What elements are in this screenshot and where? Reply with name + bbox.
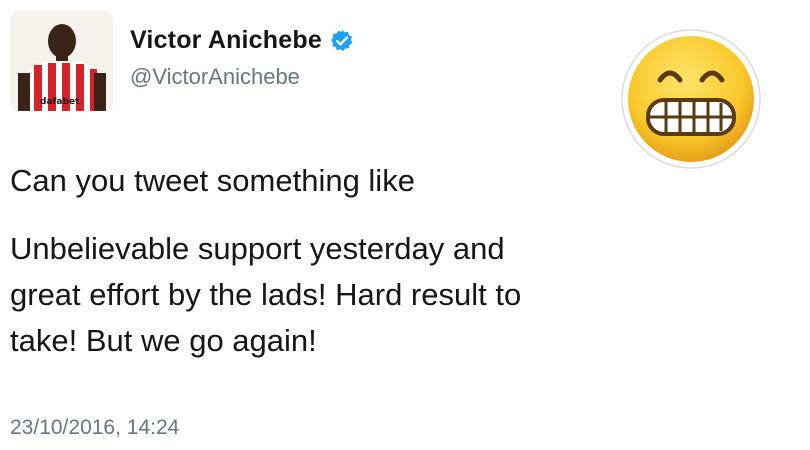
tweet-text: Can you tweet something like Unbelievabl… xyxy=(10,158,730,364)
display-name-row: Victor Anichebe xyxy=(130,26,354,55)
tweet-card: dafabet Victor Anichebe @VictorAnichebe xyxy=(0,0,810,450)
avatar-sponsor-text: dafabet xyxy=(40,97,80,107)
tweet-line-4: take! But we go again! xyxy=(10,323,317,358)
display-name[interactable]: Victor Anichebe xyxy=(130,26,322,55)
verified-badge-icon xyxy=(330,29,354,53)
tweet-timestamp[interactable]: 23/10/2016, 14:24 xyxy=(10,416,179,440)
tweet-line-3: great effort by the lads! Hard result to xyxy=(10,277,522,312)
avatar[interactable]: dafabet xyxy=(10,11,113,111)
user-handle[interactable]: @VictorAnichebe xyxy=(130,64,300,90)
grimacing-face-icon xyxy=(620,28,762,170)
avatar-image: dafabet xyxy=(10,11,113,111)
tweet-line-1: Can you tweet something like xyxy=(10,163,415,198)
tweet-line-2: Unbelievable support yesterday and xyxy=(10,231,505,266)
